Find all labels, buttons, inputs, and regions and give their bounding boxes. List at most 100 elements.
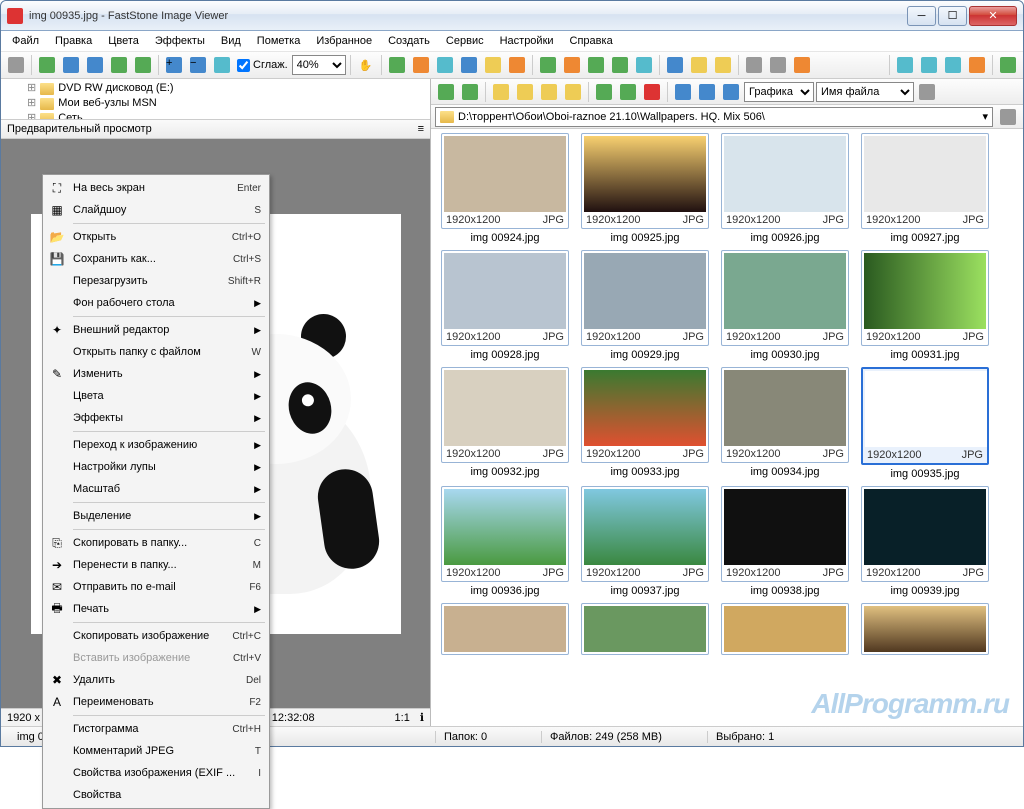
redo-icon[interactable]	[132, 54, 154, 76]
undo-icon[interactable]	[108, 54, 130, 76]
ctx--[interactable]: 💾Сохранить как...Ctrl+S	[45, 248, 267, 270]
trash-icon[interactable]	[997, 106, 1019, 128]
thumbnail-cell[interactable]: 1920x1200JPGimg 00939.jpg	[861, 486, 989, 599]
menu-создать[interactable]: Создать	[381, 33, 437, 49]
thumbnail-cell[interactable]: 1920x1200JPGimg 00938.jpg	[721, 486, 849, 599]
sort-select[interactable]: Имя файла	[816, 82, 914, 102]
tree-item[interactable]: ⊞Мои веб-узлы MSN	[5, 96, 426, 111]
ctx--[interactable]: Цвета▶	[45, 385, 267, 407]
menu-справка[interactable]: Справка	[563, 33, 620, 49]
rotright-icon[interactable]	[609, 54, 631, 76]
ctx--[interactable]: Эффекты▶	[45, 407, 267, 429]
menu-сервис[interactable]: Сервис	[439, 33, 491, 49]
context-menu[interactable]: ⛶На весь экранEnter▦СлайдшоуS📂ОткрытьCtr…	[42, 174, 270, 809]
info-icon[interactable]: ℹ	[420, 711, 424, 724]
menu-файл[interactable]: Файл	[5, 33, 46, 49]
fullscreen-icon[interactable]	[997, 54, 1019, 76]
thumbnail-cell[interactable]: 1920x1200JPGimg 00934.jpg	[721, 367, 849, 482]
home-icon[interactable]	[514, 81, 536, 103]
resize-icon[interactable]	[434, 54, 456, 76]
tree-item[interactable]: ⊞DVD RW дисковод (E:)	[5, 81, 426, 96]
ctx--[interactable]: ✦Внешний редактор▶	[45, 319, 267, 341]
ctx--[interactable]: ГистограммаCtrl+H	[45, 718, 267, 740]
fliph-icon[interactable]	[633, 54, 655, 76]
thumbnail-cell[interactable]: 1920x1200JPGimg 00926.jpg	[721, 133, 849, 246]
viewmode3-icon[interactable]	[720, 81, 742, 103]
sortdir-icon[interactable]	[916, 81, 938, 103]
thumbnail-cell[interactable]	[441, 603, 569, 655]
stop-icon[interactable]	[617, 81, 639, 103]
titlebar[interactable]: img 00935.jpg - FastStone Image Viewer ─…	[1, 1, 1023, 31]
tool-icon[interactable]	[386, 54, 408, 76]
smoothing-checkbox[interactable]: Сглаж.	[235, 59, 290, 72]
filter-select[interactable]: Графика	[744, 82, 814, 102]
open-icon[interactable]	[36, 54, 58, 76]
ctx--[interactable]: ▦СлайдшоуS	[45, 199, 267, 221]
thumbnail-cell[interactable]: 1920x1200JPGimg 00924.jpg	[441, 133, 569, 246]
view2-icon[interactable]	[918, 54, 940, 76]
preview-header[interactable]: Предварительный просмотр ≡	[1, 119, 430, 139]
ctx--[interactable]: ✎Изменить▶	[45, 363, 267, 385]
save-icon[interactable]	[60, 54, 82, 76]
settings-icon[interactable]	[791, 54, 813, 76]
view1-icon[interactable]	[894, 54, 916, 76]
thumbnail-cell[interactable]: 1920x1200JPGimg 00930.jpg	[721, 250, 849, 363]
ctx--[interactable]: Переход к изображению▶	[45, 434, 267, 456]
capture-icon[interactable]	[5, 54, 27, 76]
addressbar[interactable]: D:\торрент\Обои\Oboi-raznoe 21.10\Wallpa…	[435, 107, 993, 127]
ctx--[interactable]: Масштаб▶	[45, 478, 267, 500]
color-icon[interactable]	[482, 54, 504, 76]
scanner-icon[interactable]	[767, 54, 789, 76]
zoomfit-icon[interactable]	[211, 54, 233, 76]
thumbnail-cell[interactable]: 1920x1200JPGimg 00935.jpg	[861, 367, 989, 482]
thumbnail-cell[interactable]: 1920x1200JPGimg 00936.jpg	[441, 486, 569, 599]
thumbnail-grid[interactable]: 1920x1200JPGimg 00924.jpg1920x1200JPGimg…	[431, 129, 1023, 726]
thumbnail-cell[interactable]: 1920x1200JPGimg 00927.jpg	[861, 133, 989, 246]
thumbnail-cell[interactable]: 1920x1200JPGimg 00929.jpg	[581, 250, 709, 363]
thumbnail-cell[interactable]	[721, 603, 849, 655]
zoomout-icon[interactable]: −	[187, 54, 209, 76]
rotleft-icon[interactable]	[585, 54, 607, 76]
rotate-icon[interactable]	[458, 54, 480, 76]
ctx--[interactable]: ➔Перенести в папку...M	[45, 554, 267, 576]
tree-item[interactable]: ⊞Сеть	[5, 111, 426, 119]
thumbnail-cell[interactable]: 1920x1200JPGimg 00925.jpg	[581, 133, 709, 246]
dropdown-icon[interactable]: ▾	[982, 110, 988, 123]
thumbnail-cell[interactable]	[861, 603, 989, 655]
menu-правка[interactable]: Правка	[48, 33, 99, 49]
compare-icon[interactable]	[664, 54, 686, 76]
ctx--[interactable]: ✖УдалитьDel	[45, 669, 267, 691]
folder-icon[interactable]	[688, 54, 710, 76]
smoothing-input[interactable]	[237, 59, 250, 72]
delete-icon[interactable]	[641, 81, 663, 103]
menu-цвета[interactable]: Цвета	[101, 33, 146, 49]
ctx--[interactable]: Настройки лупы▶	[45, 456, 267, 478]
up-icon[interactable]	[490, 81, 512, 103]
fav-icon[interactable]	[562, 81, 584, 103]
ctx--e-mail[interactable]: ✉Отправить по e-mailF6	[45, 576, 267, 598]
thumbnail-cell[interactable]: 1920x1200JPGimg 00931.jpg	[861, 250, 989, 363]
ctx--[interactable]: Открыть папку с файломW	[45, 341, 267, 363]
zoomin-icon[interactable]: +	[163, 54, 185, 76]
ctx--[interactable]: AПереименоватьF2	[45, 691, 267, 713]
crop-icon[interactable]	[410, 54, 432, 76]
thumbnail-cell[interactable]: 1920x1200JPGimg 00932.jpg	[441, 367, 569, 482]
ctx--[interactable]: ПерезагрузитьShift+R	[45, 270, 267, 292]
brightness-icon[interactable]	[506, 54, 528, 76]
ctx--[interactable]: ⎘Скопировать в папку...C	[45, 532, 267, 554]
saveas-icon[interactable]	[84, 54, 106, 76]
ctx--[interactable]: Скопировать изображениеCtrl+C	[45, 625, 267, 647]
ctx--[interactable]: Выделение▶	[45, 505, 267, 527]
view4-icon[interactable]	[966, 54, 988, 76]
back-icon[interactable]	[435, 81, 457, 103]
viewmode1-icon[interactable]	[672, 81, 694, 103]
thumbnail-cell[interactable]: 1920x1200JPGimg 00933.jpg	[581, 367, 709, 482]
menu-настройки[interactable]: Настройки	[493, 33, 561, 49]
thumbnail-cell[interactable]: 1920x1200JPGimg 00937.jpg	[581, 486, 709, 599]
refresh-icon[interactable]	[593, 81, 615, 103]
menu-вид[interactable]: Вид	[214, 33, 248, 49]
viewmode2-icon[interactable]	[696, 81, 718, 103]
email-icon[interactable]	[712, 54, 734, 76]
thumbnail-cell[interactable]: 1920x1200JPGimg 00928.jpg	[441, 250, 569, 363]
menu-избранное[interactable]: Избранное	[309, 33, 379, 49]
